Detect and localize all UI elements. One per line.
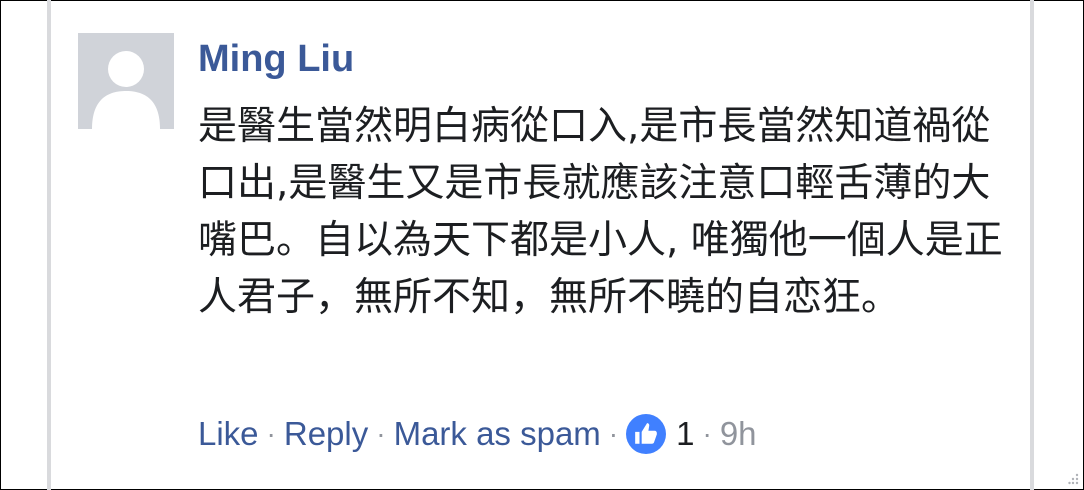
separator: · bbox=[376, 418, 386, 449]
comment-actions: Like · Reply · Mark as spam · 1 · 9h bbox=[198, 412, 757, 456]
like-link[interactable]: Like bbox=[198, 415, 259, 453]
default-user-icon bbox=[78, 33, 174, 129]
separator: · bbox=[266, 418, 276, 449]
comment-text: 是醫生當然明白病從口入,是市長當然知道禍從口出,是醫生又是市長就應該注意口輕舌薄… bbox=[198, 104, 1003, 320]
left-thread-rail bbox=[47, 0, 51, 490]
mark-as-spam-link[interactable]: Mark as spam bbox=[394, 415, 601, 453]
reaction-count[interactable]: 1 bbox=[676, 415, 694, 453]
right-scroll-rail bbox=[1030, 0, 1034, 490]
separator: · bbox=[702, 418, 712, 449]
comment-author[interactable]: Ming Liu bbox=[198, 34, 354, 84]
avatar[interactable] bbox=[78, 33, 174, 129]
reply-link[interactable]: Reply bbox=[284, 415, 368, 453]
separator: · bbox=[608, 418, 619, 449]
corner-grip-icon bbox=[1068, 473, 1079, 485]
thumbs-up-icon[interactable] bbox=[626, 414, 667, 454]
timestamp[interactable]: 9h bbox=[720, 415, 757, 453]
thumbs-up-glyph bbox=[635, 423, 657, 444]
